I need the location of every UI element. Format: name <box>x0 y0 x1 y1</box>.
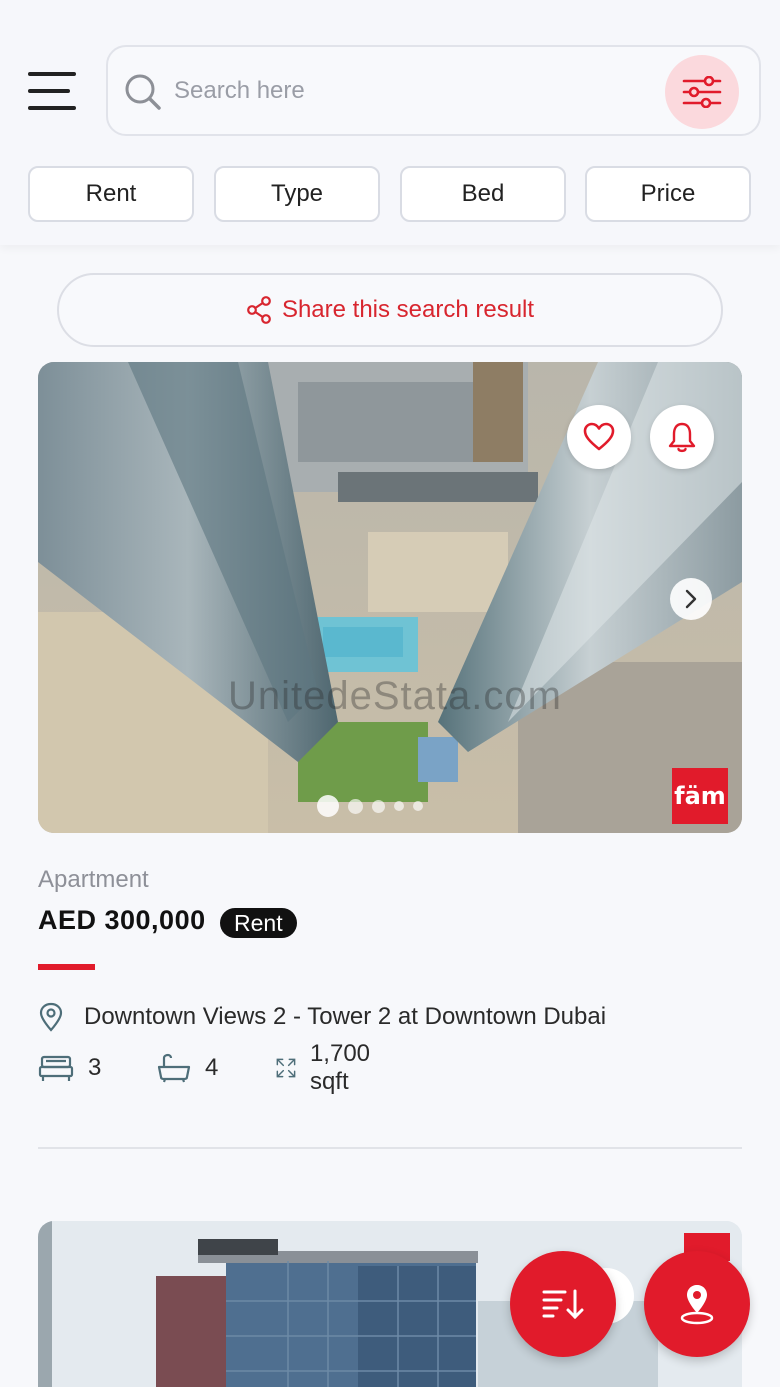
brand-logo: fäm <box>672 768 728 824</box>
search-bar <box>106 45 761 136</box>
listing-image[interactable]: UnitedeStata.com fäm <box>38 362 742 833</box>
map-view-button[interactable] <box>644 1251 750 1357</box>
pager-dot[interactable] <box>372 799 385 813</box>
listing-photo-2 <box>38 1221 742 1387</box>
location-pin-icon <box>39 1002 63 1032</box>
pager-dot[interactable] <box>348 798 363 814</box>
property-type: Apartment <box>38 866 149 893</box>
share-search-button[interactable]: Share this search result <box>57 273 723 347</box>
heart-icon <box>583 422 615 451</box>
pager-dot[interactable] <box>394 801 404 811</box>
expand-icon <box>276 1058 296 1078</box>
filter-button[interactable] <box>665 55 739 129</box>
pager-dot[interactable] <box>317 795 339 817</box>
deal-type-badge: Rent <box>220 908 297 938</box>
search-input[interactable] <box>174 69 634 113</box>
beds-count: 3 <box>88 1054 102 1081</box>
search-icon <box>125 74 161 110</box>
chevron-right-icon <box>685 589 697 609</box>
filter-chip-type[interactable]: Type <box>214 166 380 222</box>
filter-chip-price[interactable]: Price <box>585 166 751 222</box>
accent-divider <box>38 964 95 970</box>
next-image-button[interactable] <box>670 578 712 620</box>
sort-icon <box>542 1289 584 1320</box>
share-label: Share this search result <box>281 296 535 323</box>
baths-count: 4 <box>205 1054 219 1081</box>
area-feature: 1,700 sqft <box>276 1040 380 1095</box>
image-pager <box>317 794 423 818</box>
listing-photo <box>38 362 742 833</box>
map-pin-icon <box>680 1285 714 1325</box>
share-icon <box>247 296 271 324</box>
filter-chip-bed[interactable]: Bed <box>400 166 566 222</box>
location-text: Downtown Views 2 - Tower 2 at Downtown D… <box>84 1003 607 1030</box>
filter-chip-rent[interactable]: Rent <box>28 166 194 222</box>
filter-chips: Rent Type Bed Price <box>28 166 752 222</box>
listing-price: AED 300,000 <box>38 905 206 935</box>
pager-dot[interactable] <box>413 801 423 811</box>
beds-feature: 3 <box>38 1048 101 1088</box>
bell-icon <box>668 422 696 453</box>
listing-image-2[interactable] <box>38 1221 742 1387</box>
hamburger-icon[interactable] <box>28 72 78 110</box>
header: Rent Type Bed Price <box>0 0 780 245</box>
area-size: 1,700 sqft <box>309 1040 371 1095</box>
baths-feature: 4 <box>157 1048 218 1088</box>
alert-button[interactable] <box>650 405 714 469</box>
favorite-button[interactable] <box>567 405 631 469</box>
watermark: UnitedeStata.com <box>228 674 562 718</box>
sort-button[interactable] <box>510 1251 616 1357</box>
listing-divider <box>38 1147 742 1149</box>
bathtub-icon <box>157 1053 191 1083</box>
sliders-icon <box>682 76 722 108</box>
bed-icon <box>38 1055 74 1081</box>
listing-location: Downtown Views 2 - Tower 2 at Downtown D… <box>38 1002 606 1032</box>
